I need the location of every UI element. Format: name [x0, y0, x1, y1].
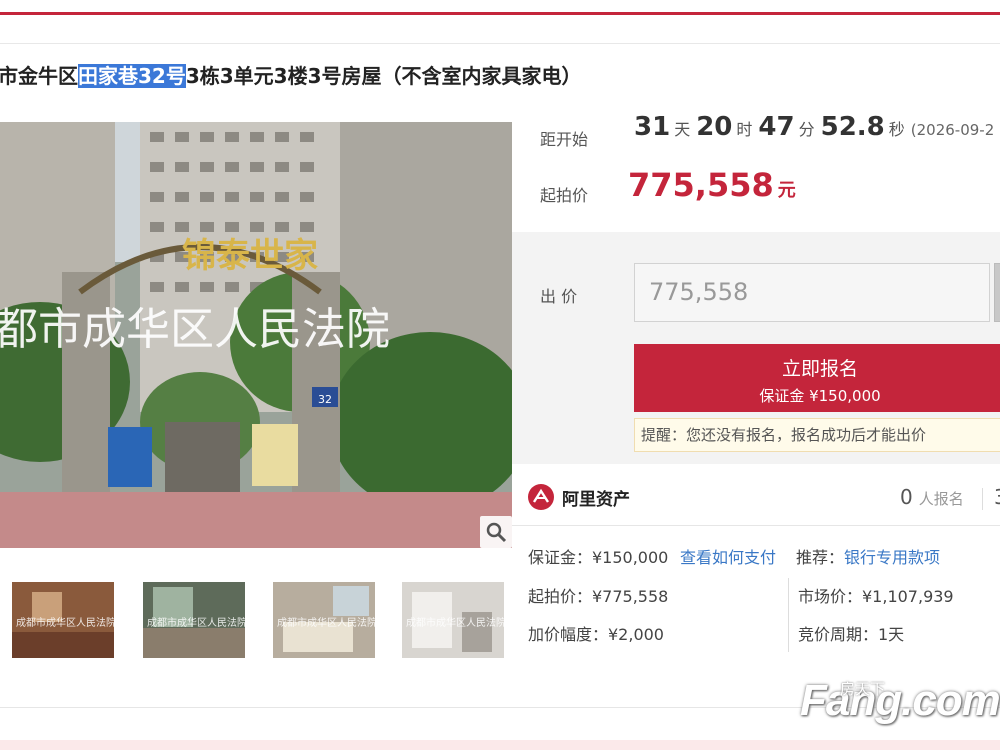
how-to-pay-text: 查看如何支付	[680, 548, 777, 567]
details-divider	[788, 578, 789, 652]
court-watermark-text: 都市成华区人民法院	[0, 304, 390, 355]
stat-divider	[982, 488, 983, 510]
hours-unit: 时	[736, 120, 753, 139]
thumbnail-1[interactable]: 成都市成华区人民法院	[12, 582, 114, 658]
register-button[interactable]: 立即报名 保证金 ¥150,000	[634, 344, 1000, 412]
thumbnail-4[interactable]: 成都市成华区人民法院	[402, 582, 504, 658]
thumb-watermark-3: 成都市成华区人民法院	[277, 616, 375, 629]
bid-cycle: 竞价周期：1天	[798, 625, 905, 644]
bid-amount-input[interactable]: 775,558	[634, 263, 990, 322]
footer-band	[0, 740, 1000, 750]
site-watermark: Fang.com 房天下	[800, 676, 1000, 726]
countdown-hours: 20	[696, 112, 733, 142]
countdown-minutes: 47	[758, 112, 795, 142]
countdown-seconds: 52.8	[820, 112, 885, 142]
recommend-info: 推荐：银行专用款项	[796, 544, 940, 568]
countdown-timer: 31 天 20 时 47 分 52.8 秒 (2026-09-2	[634, 112, 994, 152]
enroll-text: 人报名	[918, 490, 964, 508]
bid-label: 出 价	[540, 287, 578, 306]
bid-reminder: 提醒：您还没有报名，报名成功后才能出价	[634, 418, 1000, 452]
ali-assets-logo-icon	[528, 484, 554, 510]
start-price: 775,558 元	[628, 166, 796, 204]
thumbnail-3[interactable]: 成都市成华区人民法院	[273, 582, 375, 658]
thumbnail-strip: 成都市成华区人民法院 成都市成华区人民法院 成都市成华区人民法院 成都市成华区人…	[0, 582, 512, 658]
organizer-name[interactable]: 阿里资产	[562, 485, 630, 510]
countdown-date: (2026-09-2	[910, 121, 995, 139]
detail-start-price: 起拍价：¥775,558	[528, 587, 669, 606]
how-to-pay-link[interactable]: 查看如何支付	[680, 544, 776, 568]
listing-title: 市金牛区田家巷32号3栋3单元3楼3号房屋（不含室内家具家电）	[0, 60, 582, 92]
bank-account-link[interactable]: 银行专用款项	[844, 548, 940, 567]
thumb-watermark-2: 成都市成华区人民法院	[147, 616, 245, 629]
fang-watermark-cn: 房天下	[840, 680, 886, 698]
zoom-icon[interactable]	[480, 516, 512, 548]
start-price-label: 起拍价	[540, 186, 589, 205]
thumb-watermark-1: 成都市成华区人民法院	[16, 616, 114, 629]
bid-increment: 加价幅度：¥2,000	[528, 625, 664, 644]
bid-stepper[interactable]	[994, 263, 1000, 322]
countdown-label: 距开始	[540, 130, 589, 149]
header-divider	[0, 43, 1000, 44]
recommend-label: 推荐：	[796, 548, 845, 567]
thumb-watermark-4: 成都市成华区人民法院	[406, 616, 504, 629]
top-accent-line	[0, 12, 1000, 15]
title-suffix: 3栋3单元3楼3号房屋（不含室内家具家电）	[185, 64, 582, 88]
countdown-days: 31	[634, 112, 671, 142]
days-unit: 天	[674, 120, 691, 139]
market-price: 市场价：¥1,107,939	[798, 587, 954, 606]
thumbnail-2[interactable]: 成都市成华区人民法院	[143, 582, 245, 658]
deposit-info: 保证金：¥150,000	[528, 548, 669, 567]
main-property-photo[interactable]: 锦泰世家 都市成华区人民法院 32	[0, 122, 512, 548]
title-prefix: 市金牛区	[0, 64, 78, 88]
next-stat-number: 3	[994, 485, 1000, 509]
minutes-unit: 分	[798, 120, 815, 139]
register-button-label: 立即报名	[781, 358, 858, 380]
house-number-plate: 32	[318, 393, 332, 406]
register-button-deposit: 保证金 ¥150,000	[759, 387, 881, 405]
start-price-currency: 元	[777, 180, 796, 201]
start-price-value: 775,558	[628, 166, 774, 204]
gate-sign-text: 锦泰世家	[182, 236, 318, 276]
fang-watermark-text: Fang.com	[800, 676, 1000, 725]
enroll-number: 0	[900, 485, 913, 509]
seconds-unit: 秒	[888, 120, 905, 139]
enroll-count: 0 人报名	[900, 485, 964, 509]
title-highlight: 田家巷32号	[78, 64, 186, 88]
